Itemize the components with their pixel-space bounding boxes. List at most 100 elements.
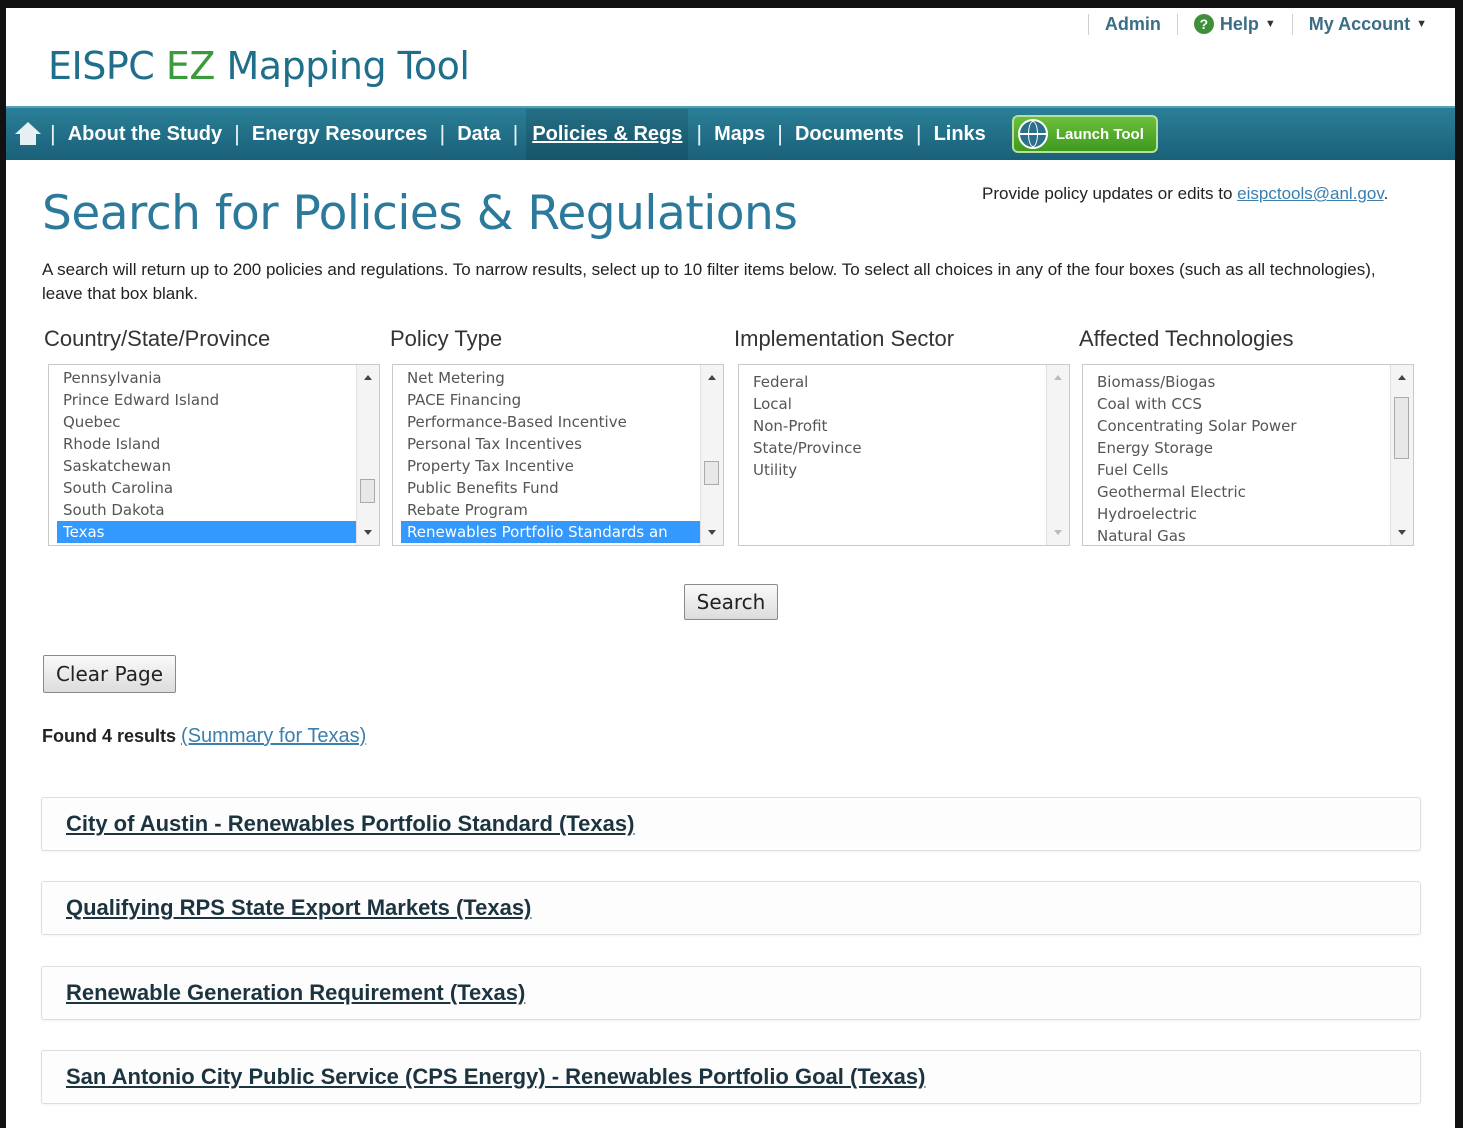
help-label: Help: [1219, 13, 1259, 34]
nav-divider: |: [777, 121, 783, 146]
list-option[interactable]: Coal with CCS: [1083, 393, 1391, 415]
nav-divider: |: [439, 121, 446, 146]
list-option[interactable]: Performance-Based Incentive: [393, 411, 701, 433]
list-option[interactable]: Geothermal Electric: [1083, 481, 1391, 503]
list-option[interactable]: Saskatchewan: [49, 455, 357, 477]
list-option[interactable]: Federal: [739, 371, 1047, 393]
scroll-down-icon[interactable]: [1398, 530, 1406, 535]
my-account-label: My Account: [1308, 13, 1411, 34]
list-option[interactable]: Pennsylvania: [49, 367, 357, 389]
results-count: Found 4 results (Summary for Texas): [42, 725, 366, 748]
nav-documents[interactable]: Documents: [791, 123, 908, 146]
nav-policies-regs[interactable]: Policies & Regs: [526, 108, 689, 160]
list-option[interactable]: Net Metering: [393, 367, 701, 389]
list-option[interactable]: Rhode Island: [49, 433, 357, 455]
nav-energy-resources[interactable]: Energy Resources: [248, 123, 432, 146]
result-item: City of Austin - Renewables Portfolio St…: [41, 797, 1421, 851]
scroll-thumb[interactable]: [704, 461, 719, 485]
list-option[interactable]: Rebate Program: [393, 499, 701, 521]
nav-divider: |: [512, 121, 519, 146]
search-button[interactable]: Search: [684, 584, 778, 620]
email-link[interactable]: eispctools@anl.gov: [1237, 184, 1383, 203]
list-option[interactable]: Biomass/Biogas: [1083, 371, 1391, 393]
scroll-thumb[interactable]: [1394, 397, 1409, 459]
result-link[interactable]: Renewable Generation Requirement (Texas): [66, 980, 525, 1006]
provide-updates-note: Provide policy updates or edits to eispc…: [982, 184, 1388, 204]
list-option[interactable]: Hydroelectric: [1083, 503, 1391, 525]
my-account-menu[interactable]: My Account ▼: [1291, 13, 1443, 35]
provide-text: Provide policy updates or edits to: [982, 184, 1238, 203]
list-option[interactable]: Local: [739, 393, 1047, 415]
scroll-thumb[interactable]: [360, 479, 375, 503]
result-item: Qualifying RPS State Export Markets (Tex…: [41, 881, 1421, 935]
scrollbar[interactable]: [1046, 365, 1069, 545]
implementation-sector-listbox[interactable]: Federal Local Non-Profit State/Province …: [738, 364, 1070, 546]
list-option[interactable]: Energy Storage: [1083, 437, 1391, 459]
list-option[interactable]: Non-Profit: [739, 415, 1047, 437]
chevron-down-icon: ▼: [1416, 18, 1427, 30]
policy-type-listbox[interactable]: Net Metering PACE Financing Performance-…: [392, 364, 724, 546]
nav-divider: |: [696, 121, 703, 146]
logo-text-mapping-tool: Mapping Tool: [214, 44, 470, 88]
logo-text-eispc: EISPC: [48, 44, 166, 88]
result-link[interactable]: San Antonio City Public Service (CPS Ene…: [66, 1064, 925, 1090]
nav-divider: |: [50, 121, 56, 146]
launch-tool-label: Launch Tool: [1055, 125, 1144, 143]
nav-data[interactable]: Data: [453, 123, 504, 146]
clear-page-button[interactable]: Clear Page: [43, 655, 176, 693]
list-option[interactable]: South Dakota: [49, 499, 357, 521]
summary-link[interactable]: (Summary for Texas): [181, 725, 366, 747]
nav-about-the-study[interactable]: About the Study: [64, 123, 226, 146]
scroll-up-icon[interactable]: [1054, 375, 1062, 380]
found-text: Found 4 results: [42, 726, 177, 746]
scrollbar[interactable]: [356, 365, 379, 545]
country-filter-label: Country/State/Province: [44, 326, 271, 351]
sector-filter-label: Implementation Sector: [734, 326, 955, 351]
list-option[interactable]: Fuel Cells: [1083, 459, 1391, 481]
list-option[interactable]: Natural Gas: [1083, 525, 1391, 545]
logo-text-ez: EZ: [165, 44, 216, 88]
scroll-down-icon[interactable]: [364, 530, 372, 535]
list-option[interactable]: Utility: [739, 459, 1047, 481]
list-option[interactable]: PACE Financing: [393, 389, 701, 411]
provide-end: .: [1383, 184, 1389, 203]
list-option[interactable]: Concentrating Solar Power: [1083, 415, 1391, 437]
window-frame: [0, 0, 1463, 1128]
scroll-up-icon[interactable]: [708, 375, 716, 380]
list-option[interactable]: Personal Tax Incentives: [393, 433, 701, 455]
help-icon: ?: [1193, 14, 1214, 34]
affected-technologies-listbox[interactable]: Biomass/Biogas Coal with CCS Concentrati…: [1082, 364, 1414, 546]
result-item: Renewable Generation Requirement (Texas): [41, 966, 1421, 1020]
result-item: San Antonio City Public Service (CPS Ene…: [41, 1050, 1421, 1104]
list-option[interactable]: State/Province: [739, 437, 1047, 459]
site-logo[interactable]: EISPC EZ Mapping Tool: [48, 44, 470, 88]
home-icon[interactable]: [14, 120, 42, 148]
result-link[interactable]: Qualifying RPS State Export Markets (Tex…: [66, 895, 531, 921]
list-option[interactable]: Public Benefits Fund: [393, 477, 701, 499]
page-title: Search for Policies & Regulations: [42, 186, 798, 241]
country-listbox[interactable]: Pennsylvania Prince Edward Island Quebec…: [48, 364, 380, 546]
list-option-selected[interactable]: Texas: [57, 521, 357, 543]
scroll-down-icon[interactable]: [708, 530, 716, 535]
nav-divider: |: [234, 121, 240, 146]
admin-link[interactable]: Admin: [1087, 13, 1177, 35]
policy-filter-label: Policy Type: [390, 326, 503, 351]
tech-filter-label: Affected Technologies: [1079, 326, 1294, 351]
list-option[interactable]: South Carolina: [49, 477, 357, 499]
intro-text: A search will return up to 200 policies …: [42, 260, 1376, 303]
list-option[interactable]: Prince Edward Island: [49, 389, 357, 411]
scroll-up-icon[interactable]: [364, 375, 372, 380]
list-option-selected[interactable]: Renewables Portfolio Standards an: [401, 521, 701, 543]
result-link[interactable]: City of Austin - Renewables Portfolio St…: [66, 811, 634, 837]
scrollbar[interactable]: [1390, 365, 1413, 545]
nav-maps[interactable]: Maps: [710, 123, 769, 146]
launch-tool-button[interactable]: Launch Tool: [1011, 115, 1158, 153]
scroll-up-icon[interactable]: [1398, 375, 1406, 380]
list-option[interactable]: Property Tax Incentive: [393, 455, 701, 477]
help-menu[interactable]: ? Help ▼: [1176, 13, 1292, 35]
utility-nav: Admin ? Help ▼ My Account ▼: [1087, 10, 1443, 38]
scrollbar[interactable]: [700, 365, 723, 545]
scroll-down-icon[interactable]: [1054, 530, 1062, 535]
list-option[interactable]: Quebec: [49, 411, 357, 433]
nav-links[interactable]: Links: [930, 123, 990, 146]
